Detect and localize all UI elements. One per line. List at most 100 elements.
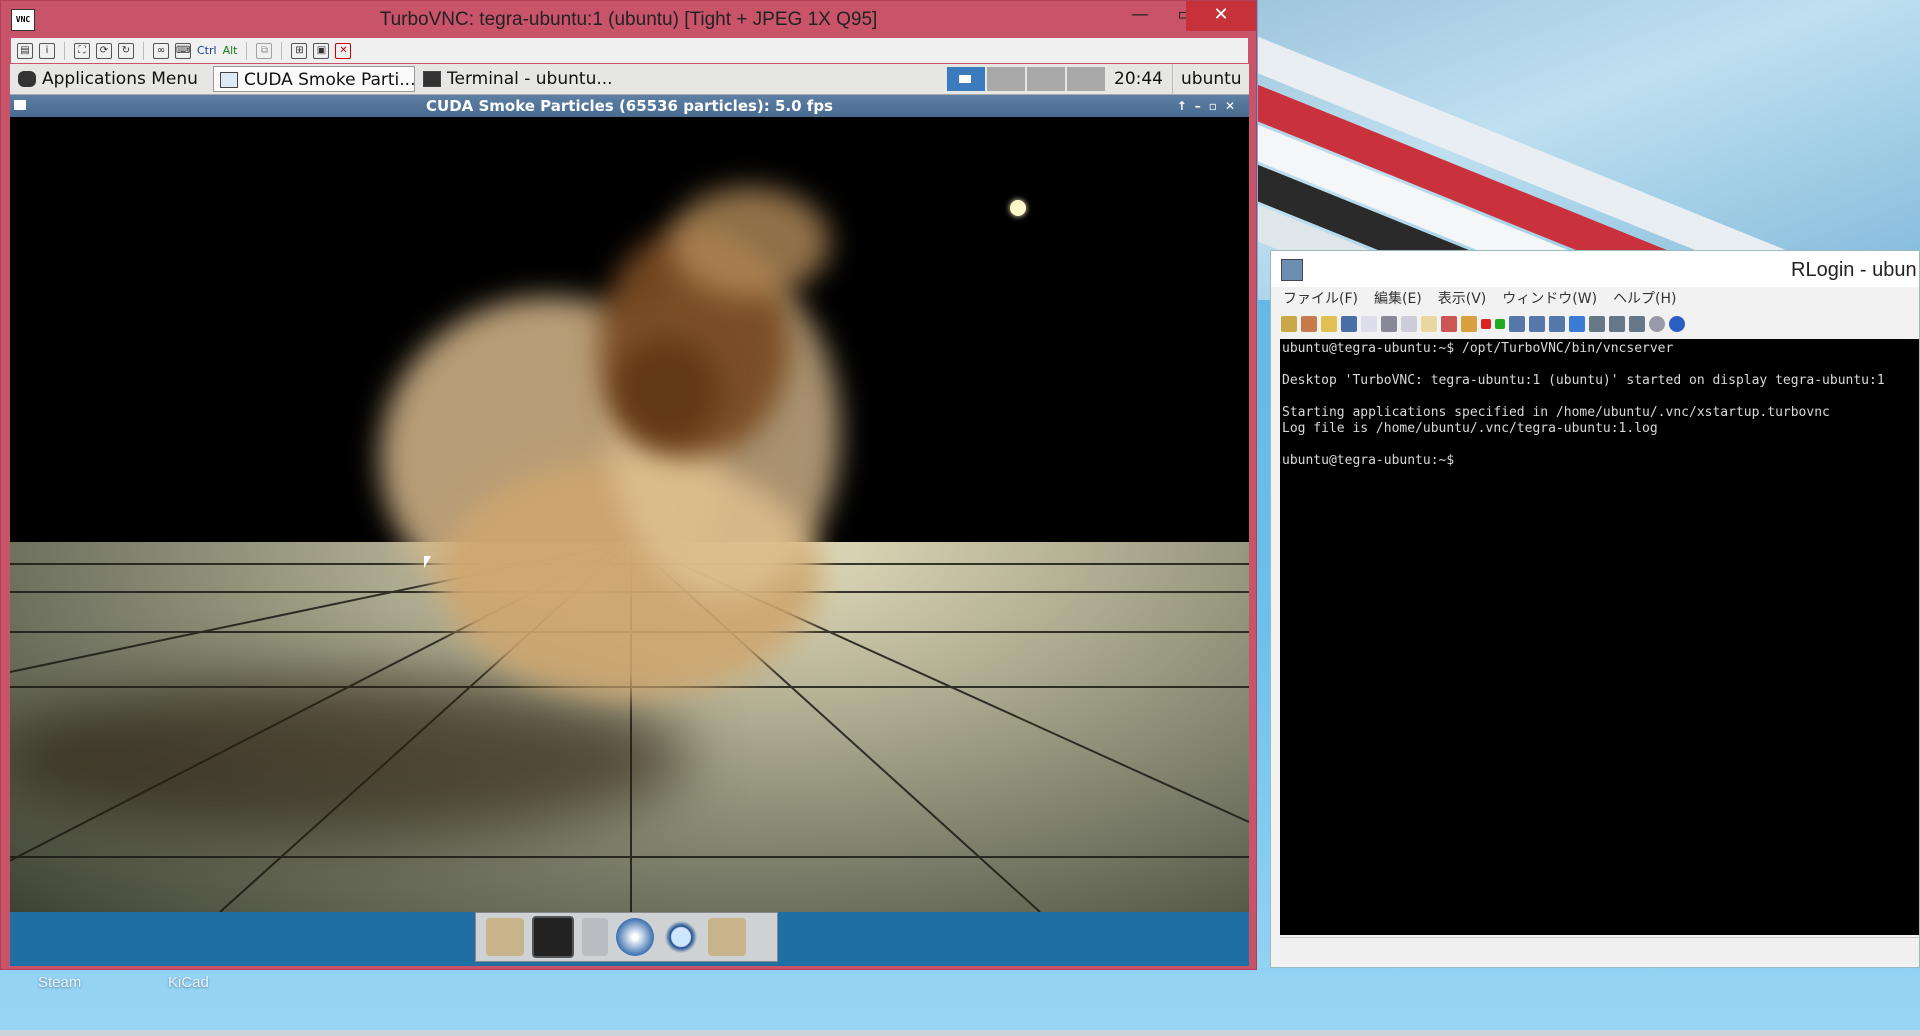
minimize-button[interactable]: — [1117,1,1163,31]
disconnect-icon[interactable]: ✕ [335,42,352,59]
clipboard-icon[interactable]: ⧉ [256,42,273,59]
web-browser-icon[interactable] [616,918,654,956]
layout-icon[interactable] [1589,316,1605,332]
open-icon[interactable] [1321,316,1337,332]
close-button[interactable]: ✕ [1186,1,1256,31]
applications-menu-label: Applications Menu [42,69,198,89]
menu-view[interactable]: 表示(V) [1438,287,1487,311]
cut-icon[interactable] [1441,316,1457,332]
menu-help[interactable]: ヘルプ(H) [1613,287,1676,311]
cuda-window-controls[interactable]: ↑–▫✕ [1177,95,1243,117]
light-source [1010,200,1026,216]
task-cuda-smoke[interactable]: CUDA Smoke Parti... [213,66,415,92]
home-folder-icon[interactable] [486,918,524,956]
euc-icon[interactable] [1509,316,1525,332]
vnc-toolbar: ▤ i ⛶ ⟳ ↻ ∞ ⌨ Ctrl Alt ⧉ ⊞ ▣ ✕ [11,38,1248,63]
desktop-icon-kicad[interactable]: KiCad [168,974,209,991]
screen-icon[interactable] [1629,316,1645,332]
options-icon[interactable]: ▤ [17,42,33,59]
ctrl-toggle[interactable]: Ctrl [197,44,217,57]
play-icon[interactable] [1495,319,1505,329]
turbovnc-window: VNC TurboVNC: tegra-ubuntu:1 (ubuntu) [T… [0,0,1257,970]
toolbar-separator [143,41,144,60]
new-icon[interactable] [1361,316,1377,332]
reconnect-icon[interactable] [1301,316,1317,332]
terminal-icon [423,71,441,87]
send-ctrl-alt-del-icon[interactable]: ∞ [153,42,169,59]
terminal-line: Desktop 'TurboVNC: tegra-ubuntu:1 (ubunt… [1282,373,1885,388]
host-taskbar-edge [0,1030,1920,1036]
panel-user[interactable]: ubuntu [1172,64,1242,94]
xfce-top-panel: Applications Menu CUDA Smoke Parti... Te… [10,64,1249,95]
task-cuda-label: CUDA Smoke Parti... [244,70,415,90]
file-cabinet-icon[interactable] [582,918,608,956]
copy-icon[interactable] [1401,316,1417,332]
save-icon[interactable]: ▣ [313,42,330,59]
terminal-line: ubuntu@tegra-ubuntu:~$ /opt/TurboVNC/bin… [1282,341,1674,356]
workspace-3[interactable] [1027,67,1065,91]
cuda-window-titlebar[interactable]: CUDA Smoke Particles (65536 particles): … [10,95,1249,117]
dock-launchers [475,912,778,962]
lossless-refresh-icon[interactable]: ↻ [118,42,134,59]
menu-edit[interactable]: 編集(E) [1374,287,1422,311]
remote-desktop[interactable]: Applications Menu CUDA Smoke Parti... Te… [10,64,1249,966]
smoke-shadow [10,677,690,837]
toolbar-separator [246,41,248,60]
window-icon [220,72,238,88]
task-terminal[interactable]: Terminal - ubuntu... [417,66,613,92]
rlogin-title: RLogin - ubun [1791,259,1917,281]
print-icon[interactable] [1381,316,1397,332]
rlogin-titlebar[interactable]: RLogin - ubun [1271,251,1919,287]
ascii-icon[interactable] [1549,316,1565,332]
stop-icon[interactable] [1481,319,1491,329]
keyboard-icon[interactable]: ⌨ [175,42,191,59]
utf8-icon[interactable] [1569,316,1585,332]
settings-icon[interactable] [1649,316,1665,332]
info-icon[interactable]: i [39,42,55,59]
workspace-1[interactable] [947,67,985,91]
split-icon[interactable] [1609,316,1625,332]
folder-icon[interactable] [708,918,746,956]
applications-menu-button[interactable]: Applications Menu [12,66,212,92]
edit-icon[interactable] [1461,316,1477,332]
cuda-window-title: CUDA Smoke Particles (65536 particles): … [426,97,833,115]
vnc-titlebar[interactable]: VNC TurboVNC: tegra-ubuntu:1 (ubuntu) [T… [1,1,1256,37]
mouse-cursor-icon [424,556,431,568]
rlogin-menubar: ファイル(F) 編集(E) 表示(V) ウィンドウ(W) ヘルプ(H) [1271,287,1919,311]
desktop-icon-steam[interactable]: Steam [38,974,81,991]
rlogin-statusbar [1280,937,1919,962]
toolbar-separator [281,41,283,60]
terminal-line: Log file is /home/ubuntu/.vnc/tegra-ubun… [1282,421,1658,436]
window-menu-icon[interactable] [14,100,26,110]
help-icon[interactable] [1669,316,1685,332]
terminal-launcher-icon[interactable] [532,916,574,958]
refresh-icon[interactable]: ⟳ [96,42,112,59]
alt-toggle[interactable]: Alt [223,44,238,57]
rlogin-terminal[interactable]: ubuntu@tegra-ubuntu:~$ /opt/TurboVNC/bin… [1280,339,1919,935]
terminal-line: Starting applications specified in /home… [1282,405,1830,420]
menu-file[interactable]: ファイル(F) [1283,287,1358,311]
workspace-2[interactable] [987,67,1025,91]
rlogin-window: RLogin - ubun ファイル(F) 編集(E) 表示(V) ウィンドウ(… [1270,250,1920,968]
search-icon[interactable] [662,918,700,956]
menu-window[interactable]: ウィンドウ(W) [1502,287,1597,311]
rlogin-toolbar [1271,311,1919,337]
workspace-4[interactable] [1067,67,1105,91]
rlogin-app-icon[interactable] [1281,259,1303,281]
smoke-top [670,187,830,297]
terminal-line: ubuntu@tegra-ubuntu:~$ [1282,453,1455,468]
paste-icon[interactable] [1421,316,1437,332]
save-icon[interactable] [1341,316,1357,332]
smoke-particles-viewport[interactable] [10,117,1249,912]
panel-clock[interactable]: 20:44 [1114,64,1163,94]
connect-icon[interactable] [1281,316,1297,332]
new-connection-icon[interactable]: ⊞ [291,42,308,59]
toolbar-separator [64,41,65,60]
fullscreen-icon[interactable]: ⛶ [74,42,90,59]
vnc-title: TurboVNC: tegra-ubuntu:1 (ubuntu) [Tight… [379,9,878,30]
xfce-bottom-dock [10,912,1249,966]
sjis-icon[interactable] [1529,316,1545,332]
